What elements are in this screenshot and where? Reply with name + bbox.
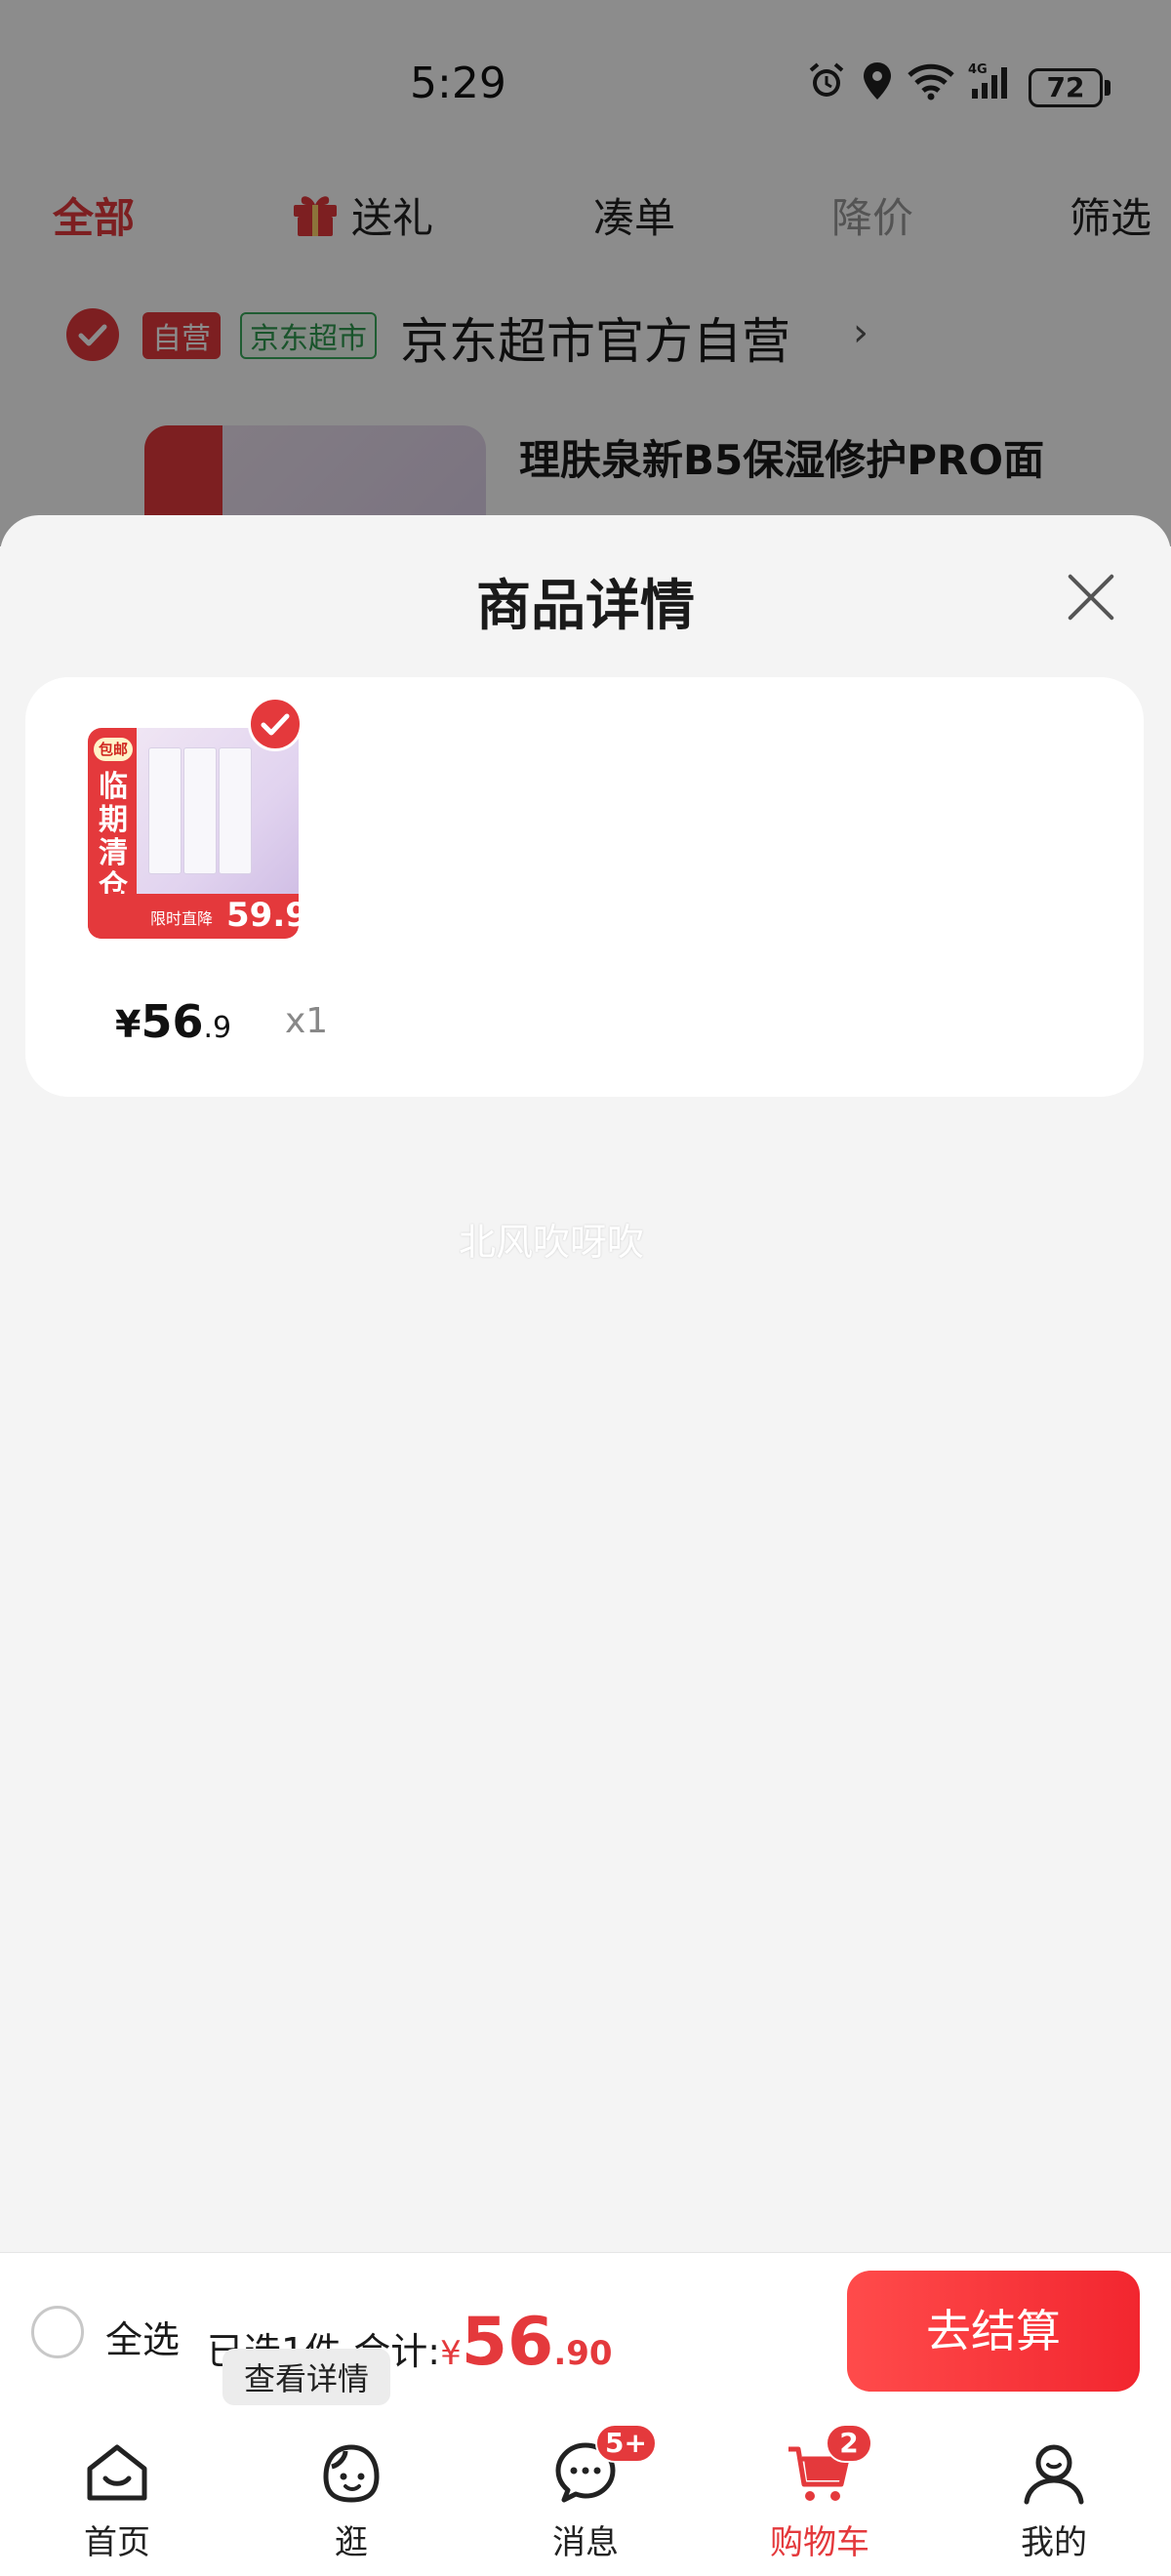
tab-profile[interactable]: 我的 <box>937 2414 1171 2576</box>
total-integer: 56 <box>461 2304 554 2381</box>
tab-messages[interactable]: 5+ 消息 <box>468 2414 703 2576</box>
checkmark-icon <box>261 713 290 736</box>
tab-explore[interactable]: 逛 <box>234 2414 468 2576</box>
modal-overlay[interactable] <box>0 0 1171 546</box>
product-details-sheet: 商品详情 包邮 临期清仓 限时直降 59.9 ¥56.9 x1 北风吹呀吹 <box>0 515 1171 2252</box>
close-icon[interactable] <box>1060 564 1122 626</box>
watermark-text: 北风吹呀吹 <box>458 1221 644 1264</box>
profile-icon <box>1024 2444 1084 2505</box>
explore-face-icon <box>323 2444 380 2503</box>
item-quantity: x1 <box>285 1001 329 1041</box>
view-details-button[interactable]: 查看详情 <box>222 2349 391 2405</box>
tab-home-label: 首页 <box>84 2523 150 2562</box>
total-currency: ¥ <box>440 2334 462 2373</box>
item-selected-check <box>248 697 303 751</box>
product-thumbnail[interactable]: 包邮 临期清仓 限时直降 59.9 <box>88 728 299 939</box>
thumbnail-price-bar: 限时直降 59.9 <box>88 894 299 939</box>
thumbnail-price-label: 限时直降 <box>150 909 214 928</box>
tab-cart-label: 购物车 <box>770 2523 869 2562</box>
cart-badge: 2 <box>826 2424 872 2463</box>
free-shipping-tag: 包邮 <box>94 738 133 761</box>
checkout-button[interactable]: 去结算 <box>847 2271 1140 2392</box>
clearance-vertical-text: 临期清仓 <box>99 770 128 904</box>
product-item-card: 包邮 临期清仓 限时直降 59.9 ¥56.9 x1 <box>25 677 1144 1097</box>
bottom-tab-bar: 首页 逛 5+ 消息 2 购物车 我的 <box>0 2414 1171 2576</box>
tab-messages-label: 消息 <box>552 2523 619 2562</box>
tab-profile-label: 我的 <box>1021 2523 1087 2562</box>
select-all-label[interactable]: 全选 <box>105 2310 180 2363</box>
checkout-bar: 全选 已选1件,合计:¥56.90 查看详情 去结算 <box>0 2252 1171 2414</box>
select-all-radio[interactable] <box>31 2306 84 2358</box>
sheet-title: 商品详情 <box>476 575 695 638</box>
home-icon <box>87 2444 147 2501</box>
tab-home[interactable]: 首页 <box>0 2414 234 2576</box>
price-decimal: .9 <box>203 1011 232 1045</box>
messages-badge: 5+ <box>595 2424 657 2463</box>
total-decimal: .90 <box>553 2334 613 2373</box>
item-price: ¥56.9 <box>115 995 231 1048</box>
price-currency: ¥ <box>115 1003 141 1046</box>
thumbnail-price: 59.9 <box>226 896 299 935</box>
price-integer: 56 <box>141 995 204 1048</box>
tab-explore-label: 逛 <box>335 2523 368 2562</box>
tab-cart[interactable]: 2 购物车 <box>703 2414 937 2576</box>
